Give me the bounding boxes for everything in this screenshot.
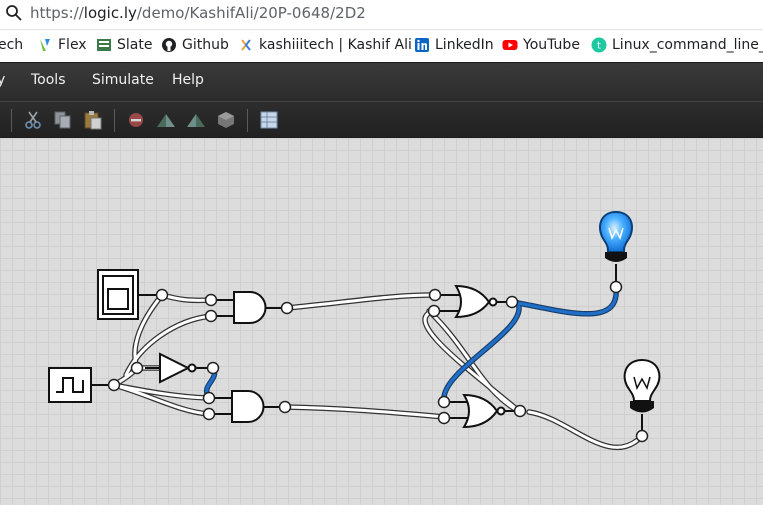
rotate-right-icon[interactable] (185, 109, 207, 131)
paste-icon[interactable] (82, 109, 104, 131)
toolbar-separator (11, 109, 12, 132)
bookmark-label: YouTube (523, 37, 580, 53)
bookmark-slate[interactable]: Slate (96, 37, 152, 53)
toolbar-separator (114, 109, 115, 132)
bookmark-label: kashiiitech | Kashif Ali (259, 37, 412, 53)
bookmark-kashiiitech[interactable]: kashiiitech | Kashif Ali (238, 37, 412, 53)
linkedin-icon (414, 37, 430, 53)
search-icon (6, 5, 22, 21)
url-text[interactable]: https://logic.ly/demo/KashifAli/20P-0648… (30, 4, 366, 22)
light-bulb-top[interactable] (599, 210, 633, 283)
address-bar[interactable]: https://logic.ly/demo/KashifAli/20P-0648… (0, 0, 763, 30)
component-icon[interactable] (215, 109, 237, 131)
rotate-left-icon[interactable] (155, 109, 177, 131)
menu-help[interactable]: Help (172, 72, 204, 88)
bookmark-label: LinkedIn (435, 37, 494, 53)
bookmark-label: Linux_command_line_... (612, 37, 763, 53)
nor-gate-top[interactable] (440, 284, 508, 319)
light-bulb-bottom[interactable] (623, 358, 661, 432)
menu-tools[interactable]: Tools (31, 72, 66, 88)
clock[interactable] (48, 367, 109, 403)
flex-icon (37, 37, 53, 53)
delete-icon[interactable] (125, 109, 147, 131)
bookmark-linkedin[interactable]: LinkedIn (414, 37, 494, 53)
url-prefix: https:// (30, 4, 84, 22)
circuit-canvas[interactable] (0, 138, 763, 505)
url-domain: logic.ly (83, 4, 137, 22)
connection-nodes (107, 280, 649, 443)
bookmark-truncated[interactable]: ech (0, 37, 23, 53)
github-icon (161, 37, 177, 53)
svg-text:t: t (597, 41, 601, 52)
table-icon[interactable] (258, 109, 280, 131)
linux-icon: t (591, 37, 607, 53)
and-gate-top[interactable] (216, 291, 283, 324)
bookmark-youtube[interactable]: YouTube (502, 37, 580, 53)
bookmark-github[interactable]: Github (161, 37, 229, 53)
bookmark-label: Slate (117, 37, 153, 53)
slate-icon (96, 37, 112, 53)
menu-simulate[interactable]: Simulate (92, 72, 154, 88)
bookmark-label: Flex (58, 37, 87, 53)
kashiiitech-icon (238, 37, 254, 53)
toolbar (0, 101, 763, 139)
bookmark-flex[interactable]: Flex (37, 37, 87, 53)
and-gate-bottom[interactable] (214, 390, 281, 423)
copy-icon[interactable] (52, 109, 74, 131)
bookmark-label: Github (182, 37, 229, 53)
menu-bar: y Tools Simulate Help (0, 62, 763, 102)
toolbar-separator (247, 109, 248, 132)
not-gate[interactable] (145, 352, 208, 384)
url-path: /demo/KashifAli/20P-0648/2D2 (136, 4, 366, 22)
bookmark-label: ech (0, 37, 24, 53)
menu-truncated[interactable]: y (0, 72, 5, 88)
circuit-diagram (48, 210, 661, 451)
cut-icon[interactable] (22, 109, 44, 131)
bookmarks-bar: ech Flex Slate Github kashiiitech | Kash… (0, 30, 763, 62)
youtube-icon (502, 37, 518, 53)
on-wires (204, 285, 619, 404)
bookmark-linux[interactable]: t Linux_command_line_... (591, 37, 763, 53)
